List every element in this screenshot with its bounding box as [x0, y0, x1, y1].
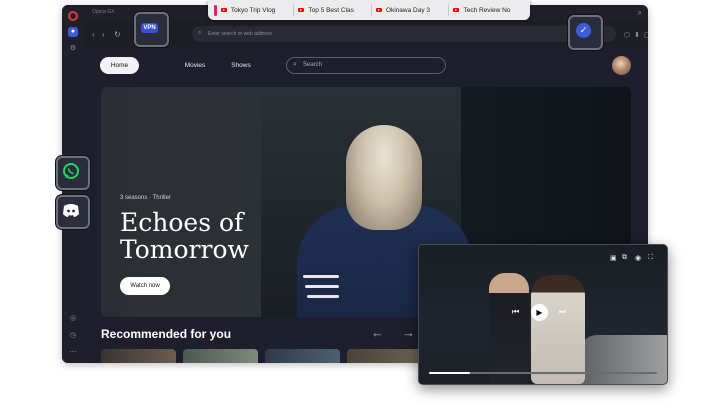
pip-next-icon[interactable]: ⏭	[559, 307, 566, 317]
recommended-heading: Recommended for you	[101, 327, 232, 341]
whatsapp-icon	[63, 163, 79, 179]
discord-icon	[63, 204, 79, 217]
hero-title: Echoes of Tomorrow	[120, 208, 249, 264]
pip-scene-railing	[579, 335, 667, 384]
nav-home[interactable]: Home	[100, 57, 139, 74]
back-icon[interactable]: ‹	[92, 30, 95, 39]
pip-scene-man	[489, 273, 529, 384]
tab-strip: Tokyo Trip Vlog Top 5 Best Clas Okinawa …	[208, 0, 530, 20]
coat-stripe	[305, 285, 339, 288]
site-search-input[interactable]: ⌕ Search	[286, 57, 446, 74]
pip-play-button[interactable]: ▶	[531, 304, 548, 321]
address-search-icon: ⌕	[198, 30, 202, 36]
shield-icon[interactable]: ◎	[69, 315, 77, 323]
tab[interactable]: Okinawa Day 3	[375, 4, 450, 16]
tab-label: Tech Review No	[463, 6, 511, 14]
download-icon[interactable]: ⬇	[634, 31, 640, 39]
browser-logo-icon[interactable]	[68, 11, 78, 21]
whatsapp-button[interactable]	[56, 156, 90, 190]
coat-stripe	[307, 295, 339, 298]
pip-progress-bar[interactable]	[429, 372, 657, 374]
tab-label: Top 5 Best Clas	[308, 6, 354, 14]
tab-label: Okinawa Day 3	[385, 6, 430, 14]
watch-now-button[interactable]: Watch now	[120, 277, 170, 295]
search-icon: ⌕	[293, 61, 297, 68]
tab-search-icon[interactable]: ⌕	[638, 8, 642, 18]
pip-previous-icon[interactable]: ⏮	[512, 307, 519, 317]
youtube-icon	[298, 8, 305, 12]
tab-label: Tokyo Trip Vlog	[230, 6, 276, 14]
tab[interactable]: Tech Review No	[453, 4, 526, 16]
nav-movies[interactable]: Movies	[175, 57, 215, 74]
more-icon[interactable]: ⋯	[69, 349, 77, 357]
picture-in-picture-player[interactable]: ▣ ⧉ ◉ ⛶ ⏮ ▶ ⏭	[418, 244, 668, 385]
pip-eye-icon[interactable]: ◉	[635, 254, 641, 262]
app-title: Opera GX	[92, 9, 115, 15]
hero-meta: 3 seasons · Thriller	[120, 195, 171, 201]
forward-icon[interactable]: ›	[102, 30, 105, 39]
youtube-icon	[375, 8, 382, 12]
recommended-thumbnail[interactable]	[347, 349, 422, 363]
vpn-button[interactable]: VPN	[134, 12, 169, 47]
security-check-button[interactable]: ✓	[568, 15, 603, 50]
youtube-icon	[220, 8, 227, 12]
address-placeholder: Enter search or web address	[208, 31, 272, 37]
vpn-badge: VPN	[141, 23, 158, 33]
pip-expand-icon[interactable]: ⛶	[648, 254, 653, 262]
pip-close-icon[interactable]: ▣	[610, 254, 617, 262]
workspace-icon[interactable]: ●	[68, 27, 78, 37]
hero-figure-hair	[346, 125, 422, 230]
address-bar[interactable]: ⌕ Enter search or web address	[192, 26, 616, 42]
pip-scene-woman	[531, 275, 585, 384]
pip-layout-icon[interactable]: ⧉	[622, 254, 627, 262]
history-icon[interactable]: ◷	[69, 332, 77, 340]
pip-progress-fill	[429, 372, 471, 374]
recommended-thumbnail[interactable]	[265, 349, 340, 363]
tab[interactable]: Top 5 Best Clas	[298, 4, 372, 16]
nav-shows[interactable]: Shows	[221, 57, 261, 74]
reload-icon[interactable]: ↻	[114, 30, 121, 39]
carousel-prev-icon[interactable]: ←	[371, 325, 384, 340]
recommended-thumbnail[interactable]	[183, 349, 258, 363]
settings-icon[interactable]: ⚙	[69, 45, 77, 53]
carousel-next-icon[interactable]: →	[402, 325, 415, 340]
discord-button[interactable]	[56, 195, 90, 229]
checkmark-icon: ✓	[576, 23, 591, 38]
coat-stripe	[303, 275, 339, 278]
tab-island-accent	[214, 4, 217, 16]
profile-icon[interactable]: ▢	[644, 31, 648, 39]
recommended-thumbnail[interactable]	[101, 349, 176, 363]
user-avatar[interactable]	[612, 56, 631, 75]
tab[interactable]: Tokyo Trip Vlog	[220, 4, 295, 16]
search-placeholder: Search	[303, 62, 323, 68]
extensions-icon[interactable]: ⬡	[624, 31, 630, 39]
youtube-icon	[453, 8, 460, 12]
